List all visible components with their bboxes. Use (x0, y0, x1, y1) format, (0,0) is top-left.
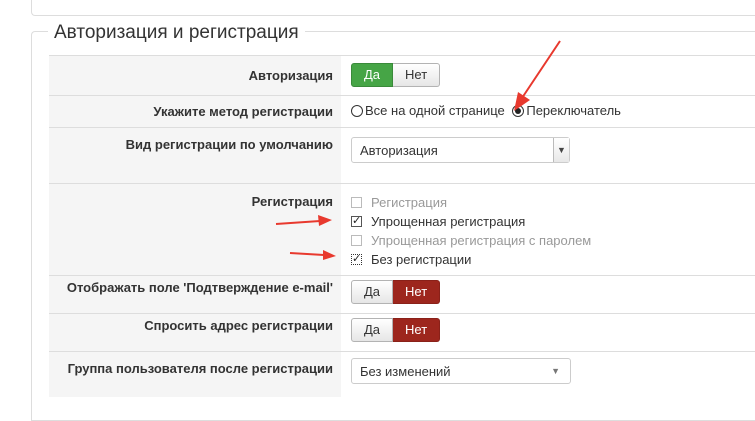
method-option1-label: Все на одной странице (365, 103, 505, 118)
default-view-label: Вид регистрации по умолчанию (49, 127, 341, 184)
settings-form: Авторизация Да Нет Укажите метод регистр… (49, 55, 755, 397)
checkbox-unchecked-icon[interactable] (351, 235, 362, 246)
confirm-email-label: Отображать поле 'Подтверждение e-mail' (49, 275, 341, 314)
auth-label: Авторизация (49, 55, 341, 96)
row-ask-address: Спросить адрес регистрации Да Нет (49, 313, 755, 352)
row-user-group: Группа пользователя после регистрации Бе… (49, 351, 755, 397)
confirm-email-toggle: Да Нет (351, 280, 441, 304)
registration-option-1-label: Упрощенная регистрация (371, 214, 526, 229)
row-default-view: Вид регистрации по умолчанию Авторизация… (49, 127, 755, 184)
checkbox-checked-icon[interactable] (351, 252, 362, 265)
radio-unchecked-icon[interactable] (351, 104, 363, 117)
registration-option-2[interactable]: Упрощенная регистрация с паролем (351, 231, 755, 250)
user-group-select[interactable]: Без изменений ▼ (351, 358, 571, 384)
registration-option-1[interactable]: Упрощенная регистрация (351, 212, 755, 231)
default-view-select[interactable]: Авторизация ▼ (351, 137, 570, 163)
checkbox-unchecked-icon[interactable] (351, 197, 362, 208)
row-registration: Регистрация Регистрация Упрощенная регис… (49, 183, 755, 276)
ask-address-toggle: Да Нет (351, 318, 441, 342)
user-group-value: Без изменений (360, 363, 451, 379)
registration-option-2-label: Упрощенная регистрация с паролем (371, 233, 592, 248)
method-radio-single-page[interactable]: Все на одной странице (351, 103, 505, 118)
ask-address-label: Спросить адрес регистрации (49, 313, 341, 352)
row-method: Укажите метод регистрации Все на одной с… (49, 95, 755, 128)
auth-yes-button[interactable]: Да (351, 63, 394, 87)
radio-checked-icon[interactable] (512, 104, 525, 117)
fieldset-legend: Авторизация и регистрация (48, 19, 305, 47)
checkbox-checked-icon[interactable] (351, 214, 362, 227)
registration-option-3-label: Без регистрации (371, 252, 472, 267)
default-view-value: Авторизация (360, 142, 438, 158)
registration-option-0[interactable]: Регистрация (351, 193, 755, 212)
chevron-down-icon[interactable]: ▼ (553, 138, 569, 162)
method-radio-switcher[interactable]: Переключатель (512, 103, 621, 118)
registration-label: Регистрация (49, 183, 341, 276)
row-auth: Авторизация Да Нет (49, 55, 755, 96)
confirm-email-no-button[interactable]: Нет (393, 280, 441, 304)
previous-panel-edge (31, 0, 755, 16)
ask-address-yes-button[interactable]: Да (351, 318, 394, 342)
auth-no-button[interactable]: Нет (393, 63, 441, 87)
caret-down-icon[interactable]: ▼ (551, 366, 570, 376)
registration-option-3[interactable]: Без регистрации (351, 250, 755, 269)
auth-toggle: Да Нет (351, 63, 441, 87)
registration-option-0-label: Регистрация (371, 195, 447, 210)
row-confirm-email: Отображать поле 'Подтверждение e-mail' Д… (49, 275, 755, 314)
user-group-label: Группа пользователя после регистрации (49, 351, 341, 397)
confirm-email-yes-button[interactable]: Да (351, 280, 394, 304)
method-option2-label: Переключатель (526, 103, 621, 118)
ask-address-no-button[interactable]: Нет (393, 318, 441, 342)
method-label: Укажите метод регистрации (49, 95, 341, 128)
